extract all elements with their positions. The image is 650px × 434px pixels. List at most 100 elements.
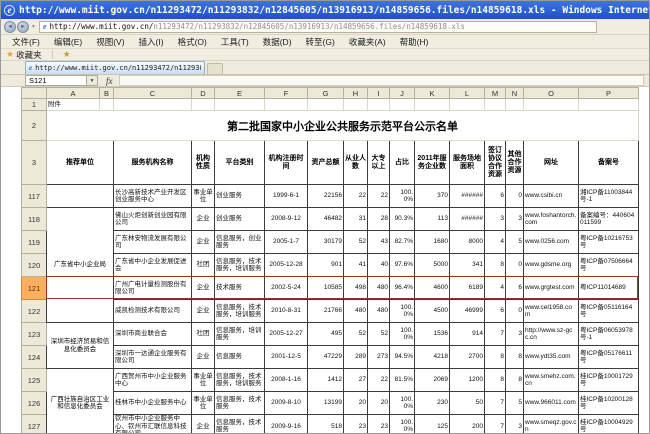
cell-G120[interactable]: 901 [308, 254, 344, 277]
cell-K119[interactable]: 1680 [415, 231, 450, 254]
cell-O126[interactable]: www.966011.com [524, 392, 579, 415]
menu-item-8[interactable]: 转至(G) [299, 36, 342, 48]
cell-G118[interactable]: 46482 [308, 208, 344, 231]
cell-A118[interactable]: 广东省中小企业局 [47, 208, 114, 323]
cell-J119[interactable]: 82.7% [390, 231, 415, 254]
cell-G122[interactable]: 21766 [308, 300, 344, 323]
favorites-button[interactable]: 收藏夹 [16, 49, 42, 61]
column-header-A[interactable]: A [47, 88, 100, 99]
cell-J120[interactable]: 97.6% [390, 254, 415, 277]
cell-N119[interactable]: 5 [506, 231, 524, 254]
cell-D122[interactable]: 企业 [192, 300, 215, 323]
cell-G126[interactable]: 13199 [308, 392, 344, 415]
cell-G119[interactable]: 30179 [308, 231, 344, 254]
cell-G125[interactable]: 1412 [308, 369, 344, 392]
cell-N120[interactable]: 0 [506, 254, 524, 277]
address-input[interactable]: e http://www.miit.gov.cn/n11293472/n1129… [39, 21, 597, 33]
cell-C127[interactable]: 钦州市中小企业服务中心、钦州市汇联信息科技有限公司 [114, 415, 192, 434]
cell-F117[interactable]: 1999-6-1 [265, 185, 308, 208]
cell-I124[interactable]: 273 [368, 346, 390, 369]
cell-E125[interactable]: 信息服务，技术服务，培训服务 [215, 369, 265, 392]
forward-button[interactable]: ► [17, 21, 29, 33]
cell-I126[interactable]: 20 [368, 392, 390, 415]
cell-empty[interactable] [415, 99, 450, 111]
header-j[interactable]: 占比 [390, 141, 415, 185]
cell-P125[interactable]: 桂ICP备10001729号 [579, 369, 639, 392]
cell-F119[interactable]: 2005-1-7 [265, 231, 308, 254]
cell-K124[interactable]: 4218 [415, 346, 450, 369]
cell-C122[interactable]: 威凯检测技术有限公司 [114, 300, 192, 323]
cell-J122[interactable]: 100.0% [390, 300, 415, 323]
cell-F124[interactable]: 2001-12-5 [265, 346, 308, 369]
cell-L117[interactable]: ###### [450, 185, 485, 208]
cell-M121[interactable]: 4 [485, 277, 506, 300]
cell-D118[interactable]: 企业 [192, 208, 215, 231]
row-header-127[interactable]: 127 [22, 415, 47, 434]
cell-N122[interactable]: 0 [506, 300, 524, 323]
cell-L121[interactable]: 6189 [450, 277, 485, 300]
cell-M123[interactable]: 7 [485, 323, 506, 346]
cell-K125[interactable]: 2069 [415, 369, 450, 392]
cell-I127[interactable]: 23 [368, 415, 390, 434]
cell-F120[interactable]: 2005-12-28 [265, 254, 308, 277]
cell-H118[interactable]: 31 [344, 208, 368, 231]
cell-D123[interactable]: 社团 [192, 323, 215, 346]
cell-M117[interactable]: 6 [485, 185, 506, 208]
cell-empty[interactable] [579, 99, 639, 111]
row-header-3[interactable]: 3 [22, 141, 47, 185]
cell-H126[interactable]: 20 [344, 392, 368, 415]
cell-O127[interactable]: www.smeqz.gov.cn [524, 415, 579, 434]
cell-M118[interactable]: 3 [485, 208, 506, 231]
cell-empty[interactable] [308, 99, 344, 111]
cell-empty[interactable] [344, 99, 368, 111]
sheet-title-cell[interactable]: 第二批国家中小企业公共服务示范平台公示名单 [47, 111, 639, 141]
row-header-123[interactable]: 123 [22, 323, 47, 346]
cell-M124[interactable]: 8 [485, 346, 506, 369]
column-header-E[interactable]: E [215, 88, 265, 99]
cell-C125[interactable]: 广西贺州市中小企业服务中心 [114, 369, 192, 392]
cell-G117[interactable]: 22156 [308, 185, 344, 208]
header-p[interactable]: 备案号 [579, 141, 639, 185]
cell-N118[interactable]: 3 [506, 208, 524, 231]
cell-M120[interactable]: 8 [485, 254, 506, 277]
cell-M126[interactable]: 7 [485, 392, 506, 415]
column-header-O[interactable]: O [524, 88, 579, 99]
column-header-B[interactable]: B [100, 88, 114, 99]
cell-E126[interactable]: 信息服务，技术服务 [215, 392, 265, 415]
cell-F118[interactable]: 2008-9-12 [265, 208, 308, 231]
cell-E119[interactable]: 信息服务，创业服务 [215, 231, 265, 254]
header-i[interactable]: 大专以上 [368, 141, 390, 185]
header-c[interactable]: 服务机构名称 [114, 141, 192, 185]
cell-I123[interactable]: 52 [368, 323, 390, 346]
menu-item-10[interactable]: 帮助(H) [393, 36, 436, 48]
cell-E127[interactable]: 信息服务，技术服务 [215, 415, 265, 434]
cell-C126[interactable]: 桂林市中小企业服务中心 [114, 392, 192, 415]
row-header-120[interactable]: 120 [22, 254, 47, 277]
cell-O123[interactable]: http://www.sz-gcc.cn [524, 323, 579, 346]
cell-F122[interactable]: 2010-8-31 [265, 300, 308, 323]
cell-C117[interactable]: 长沙高新技术产业开发区创业服务中心 [114, 185, 192, 208]
cell-P123[interactable]: 粤ICP备06053978号-1 [579, 323, 639, 346]
header-e[interactable]: 平台类别 [215, 141, 265, 185]
cell-I122[interactable]: 480 [368, 300, 390, 323]
cell-P127[interactable]: 桂ICP备10004929号 [579, 415, 639, 434]
cell-F127[interactable]: 2009-9-16 [265, 415, 308, 434]
cell-N125[interactable]: 8 [506, 369, 524, 392]
cell-D126[interactable]: 事业单位 [192, 392, 215, 415]
cell-K117[interactable]: 370 [415, 185, 450, 208]
header-f[interactable]: 机构注册时间 [265, 141, 308, 185]
cell-L127[interactable]: 200 [450, 415, 485, 434]
column-header-I[interactable]: I [368, 88, 390, 99]
cell-D121[interactable]: 企业 [192, 277, 215, 300]
cell-N127[interactable]: 3 [506, 415, 524, 434]
header-h[interactable]: 从业人数 [344, 141, 368, 185]
row-header-1[interactable]: 1 [22, 99, 47, 111]
cell-O119[interactable]: www.0256.com [524, 231, 579, 254]
cell-F126[interactable]: 2009-8-10 [265, 392, 308, 415]
cell-F121[interactable]: 2002-5-24 [265, 277, 308, 300]
menu-item-6[interactable]: 工具(T) [214, 36, 256, 48]
menu-item-4[interactable]: 插入(I) [132, 36, 171, 48]
menu-item-7[interactable]: 数据(D) [256, 36, 299, 48]
cell-P122[interactable]: 粤ICP备05116164号 [579, 300, 639, 323]
cell-H122[interactable]: 480 [344, 300, 368, 323]
